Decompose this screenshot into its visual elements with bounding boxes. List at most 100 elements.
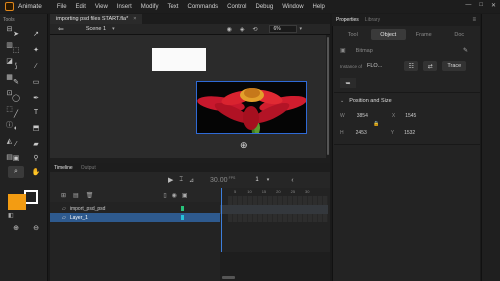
zoom-input[interactable]: 6% xyxy=(269,25,298,33)
position-size-header[interactable]: ⌄ Position and Size xyxy=(340,97,472,105)
center-stage-icon[interactable]: ◉ xyxy=(227,26,232,33)
collapse-icon[interactable]: ‹ xyxy=(291,177,293,184)
layer-name[interactable]: Layer_1 xyxy=(70,215,88,221)
camera-toggle-icon[interactable]: ▶ xyxy=(168,176,173,184)
stage-vertical-scrollbar[interactable] xyxy=(326,35,330,158)
lock-aspect-icon[interactable]: 🔒 xyxy=(373,121,379,127)
motion-presets-icon[interactable]: ◭ xyxy=(4,136,15,146)
lock-icon[interactable]: ▣ xyxy=(182,192,188,199)
layer-row[interactable]: ▱ import_psd_psd xyxy=(50,204,220,213)
timeline-scrollbar[interactable] xyxy=(222,276,235,279)
zoom-out-icon[interactable]: ⊖ xyxy=(28,222,44,234)
panel-icon-bar xyxy=(481,14,500,281)
timeline-empty-area xyxy=(220,252,330,281)
zoom-tool-icon[interactable]: ⌕ xyxy=(8,166,24,178)
swap-colors-icon[interactable]: ◧ xyxy=(8,212,14,219)
rotate-stage-icon[interactable]: ⟲ xyxy=(252,26,257,33)
layer-color-marker xyxy=(181,206,184,211)
close-icon[interactable]: ✕ xyxy=(491,2,496,9)
menu-text[interactable]: Text xyxy=(167,4,178,10)
trace-button[interactable]: Trace xyxy=(442,61,467,71)
divider xyxy=(334,92,480,93)
zoom-in-icon[interactable]: ⊕ xyxy=(8,222,24,234)
visibility-toggle-icon[interactable]: ➥ xyxy=(340,78,356,88)
transform-icon[interactable]: ⬚ xyxy=(4,104,15,114)
instance-of-label: Instance of xyxy=(340,63,363,69)
frame-dropdown-icon[interactable]: ▾ xyxy=(267,177,270,183)
graph-icon[interactable]: ⊿ xyxy=(189,177,194,184)
fps-value[interactable]: 30.00 xyxy=(210,177,228,184)
align-icon[interactable]: ⊡ xyxy=(4,88,15,98)
delete-layer-icon[interactable]: 🗑 xyxy=(86,192,94,199)
menu-bar: Animate File Edit View Insert Modify Tex… xyxy=(0,0,500,13)
new-layer-icon[interactable]: ⊞ xyxy=(61,192,66,199)
minimize-icon[interactable]: — xyxy=(465,2,471,9)
stroke-color-swatch[interactable] xyxy=(24,190,38,204)
visibility-icon[interactable]: ◉ xyxy=(172,192,177,199)
components-icon[interactable]: ▤ xyxy=(4,152,15,162)
edit-icon[interactable]: ✎ xyxy=(463,47,468,54)
properties-panel-icon[interactable]: ⊟ xyxy=(4,24,15,34)
swatches-icon[interactable]: ▦ xyxy=(4,72,15,82)
layer-depth-icon[interactable]: ⌶ xyxy=(179,177,183,184)
library-icon[interactable]: ▥ xyxy=(4,40,15,50)
info-icon[interactable]: ⓘ xyxy=(4,120,15,130)
menu-view[interactable]: View xyxy=(95,4,108,10)
rectangle-tool-icon[interactable]: ▭ xyxy=(28,76,44,88)
eraser-icon[interactable]: ▰ xyxy=(28,138,44,150)
asset-warp-icon[interactable]: ✦ xyxy=(28,44,44,56)
tab-output[interactable]: Output xyxy=(81,165,96,171)
scene-dropdown-icon[interactable]: ▾ xyxy=(112,26,115,32)
scene-label[interactable]: Scene 1 xyxy=(86,26,106,32)
menu-commands[interactable]: Commands xyxy=(187,4,218,10)
instance-of-value[interactable]: FLO... xyxy=(367,63,382,69)
menu-help[interactable]: Help xyxy=(313,4,325,10)
properties-icon[interactable]: ☷ xyxy=(404,61,419,71)
fill-color-swatch[interactable] xyxy=(8,194,26,210)
color-panel-icon[interactable]: ◪ xyxy=(4,56,15,66)
menu-window[interactable]: Window xyxy=(282,4,303,10)
menu-insert[interactable]: Insert xyxy=(117,4,132,10)
subtab-object[interactable]: Object xyxy=(370,29,406,40)
subselection-tool-icon[interactable]: ↗ xyxy=(28,28,44,40)
flower-bitmap[interactable] xyxy=(196,81,307,134)
ink-bottle-icon[interactable]: ⬒ xyxy=(28,122,44,134)
hand-tool-icon[interactable]: ✋ xyxy=(28,166,44,178)
tab-properties[interactable]: Properties xyxy=(336,17,359,23)
subtab-frame[interactable]: Frame xyxy=(406,29,442,40)
highlight-layer-icon[interactable]: ▯ xyxy=(163,192,166,199)
subtab-tool[interactable]: Tool xyxy=(335,29,371,40)
subtab-doc[interactable]: Doc xyxy=(442,29,478,40)
tab-timeline[interactable]: Timeline xyxy=(54,165,73,171)
zoom-dropdown-icon[interactable]: ▾ xyxy=(299,26,302,32)
close-tab-icon[interactable]: × xyxy=(133,16,136,22)
swap-icon[interactable]: ⇄ xyxy=(423,61,438,71)
h-value[interactable]: 2453 xyxy=(356,130,367,136)
clip-canvas-icon[interactable]: ◈ xyxy=(240,26,245,33)
menu-modify[interactable]: Modify xyxy=(141,4,159,10)
menu-control[interactable]: Control xyxy=(227,4,246,10)
timeline-toolbar: ▶ ⌶ ⊿ 30.00 FPS 1 ▾ ‹ xyxy=(50,172,330,188)
current-frame[interactable]: 1 xyxy=(255,177,258,183)
document-tab[interactable]: importing psd files START.fla* × xyxy=(50,14,143,24)
bone-tool-icon[interactable]: ⚲ xyxy=(28,152,44,164)
stage-canvas[interactable] xyxy=(152,48,206,71)
menu-file[interactable]: File xyxy=(57,4,67,10)
brush-icon[interactable]: ∕ xyxy=(28,60,44,72)
y-value[interactable]: 1532 xyxy=(404,130,415,136)
x-value[interactable]: 1545 xyxy=(405,113,416,119)
text-tool-icon[interactable]: T xyxy=(28,106,44,118)
back-arrow-icon[interactable]: ⇐ xyxy=(58,25,64,33)
pen-tool-icon[interactable]: ✒ xyxy=(28,92,44,104)
new-folder-icon[interactable]: ▤ xyxy=(73,192,79,199)
panel-menu-icon[interactable]: ≡ xyxy=(472,17,476,23)
menu-edit[interactable]: Edit xyxy=(76,4,86,10)
layer-row-selected[interactable]: ▱ Layer_1 xyxy=(50,213,220,222)
maximize-icon[interactable]: □ xyxy=(479,2,483,9)
menu-debug[interactable]: Debug xyxy=(256,4,274,10)
tab-library[interactable]: Library xyxy=(365,17,380,23)
selected-layer-frames[interactable] xyxy=(220,205,328,214)
layer-name[interactable]: import_psd_psd xyxy=(70,206,106,212)
w-value[interactable]: 3854 xyxy=(357,113,368,119)
frames-grid[interactable] xyxy=(220,188,328,248)
